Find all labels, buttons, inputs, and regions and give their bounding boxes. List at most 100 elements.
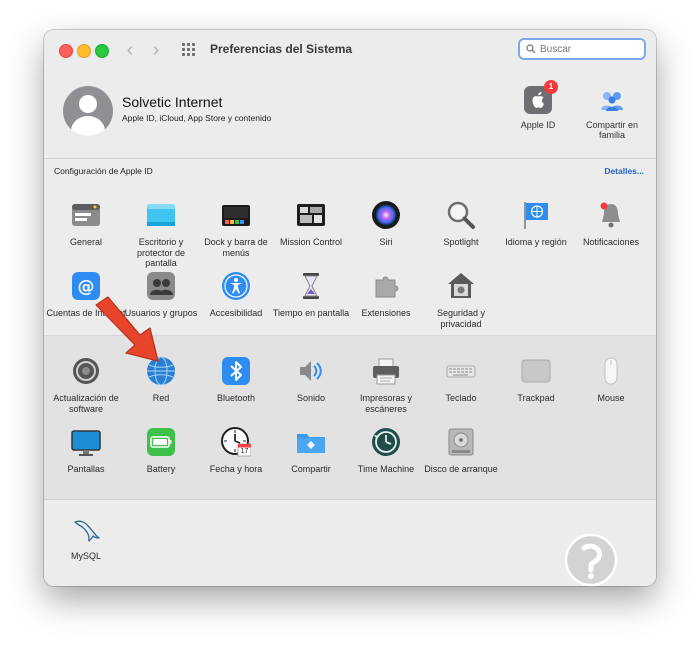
general-icon xyxy=(71,200,101,230)
account-subtitle: Apple ID, iCloud, App Store y contenido xyxy=(122,113,272,123)
pane-label: General xyxy=(69,237,103,247)
minimize-button[interactable] xyxy=(77,44,91,58)
show-all-grid-icon[interactable] xyxy=(182,43,196,57)
pane-sound[interactable]: Sonido xyxy=(271,356,351,404)
pane-label: Accesibilidad xyxy=(209,308,263,318)
pane-extensions[interactable]: Extensiones xyxy=(346,271,426,319)
siri-icon xyxy=(371,200,401,230)
extensions-icon xyxy=(371,271,401,301)
time-machine-icon xyxy=(371,427,401,457)
sound-icon xyxy=(296,356,326,386)
apple-id-config-label: Configuración de Apple ID xyxy=(54,166,153,176)
pane-language-region[interactable]: Idioma y región xyxy=(496,200,576,248)
pane-dock-menubar[interactable]: Dock y barra de menús xyxy=(196,200,276,258)
pane-label: Sonido xyxy=(296,393,326,403)
window-title: Preferencias del Sistema xyxy=(210,42,353,56)
pane-mouse[interactable]: Mouse xyxy=(571,356,651,404)
pane-label: Teclado xyxy=(445,393,477,403)
pane-label: Dock y barra de menús xyxy=(204,237,268,258)
family-sharing-label: Compartir en familia xyxy=(585,120,639,140)
mouse-icon xyxy=(596,356,626,386)
pane-label: Spotlight xyxy=(443,237,479,247)
pane-label: Battery xyxy=(146,464,176,474)
notification-badge: 1 xyxy=(544,80,558,94)
pane-label: Siri xyxy=(379,237,393,247)
zoom-button[interactable] xyxy=(95,44,109,58)
pane-keyboard[interactable]: Teclado xyxy=(421,356,501,404)
pane-accessibility[interactable]: Accesibilidad xyxy=(196,271,276,319)
screen-time-icon xyxy=(296,271,326,301)
apple-id-pane[interactable]: 1 Apple ID xyxy=(506,80,570,130)
pane-trackpad[interactable]: Trackpad xyxy=(496,356,576,404)
printers-icon xyxy=(371,356,401,386)
pane-sharing[interactable]: Compartir xyxy=(271,427,351,475)
pane-date-time[interactable]: 17 Fecha y hora xyxy=(196,427,276,475)
family-sharing-pane[interactable]: Compartir en familia xyxy=(580,86,644,140)
pane-label: Red xyxy=(152,393,170,403)
language-region-icon xyxy=(521,200,551,230)
watermark-logo-icon xyxy=(564,533,618,587)
pane-mission-control[interactable]: Mission Control xyxy=(271,200,351,248)
trackpad-icon xyxy=(521,356,551,386)
pane-startup-disk[interactable]: Disco de arranque xyxy=(421,427,501,475)
pane-label: Fecha y hora xyxy=(209,464,263,474)
pane-label: Impresoras y escáneres xyxy=(359,393,412,414)
pane-label: Mouse xyxy=(597,393,625,403)
pane-label: Mission Control xyxy=(279,237,343,247)
pane-label: Seguridad y privacidad xyxy=(436,308,486,329)
pane-time-machine[interactable]: Time Machine xyxy=(346,427,426,475)
pane-label: Escritorio y protector de pantalla xyxy=(136,237,186,268)
spotlight-icon xyxy=(446,200,476,230)
search-input[interactable] xyxy=(540,42,640,56)
displays-icon xyxy=(71,427,101,457)
pane-battery[interactable]: Battery xyxy=(121,427,201,475)
pane-mysql[interactable]: MySQL xyxy=(46,514,126,562)
desktop-icon xyxy=(146,200,176,230)
search-icon xyxy=(526,44,536,54)
pane-desktop-screensaver[interactable]: Escritorio y protector de pantalla xyxy=(121,200,201,269)
accessibility-icon xyxy=(221,271,251,301)
notifications-icon xyxy=(596,200,626,230)
pane-label: Notificaciones xyxy=(582,237,640,247)
apple-id-label: Apple ID xyxy=(520,120,556,130)
svg-text:@: @ xyxy=(78,277,95,297)
annotation-arrow-icon xyxy=(95,296,159,362)
pane-label: Bluetooth xyxy=(216,393,256,403)
pane-label: Pantallas xyxy=(67,464,105,474)
calendar-day: 17 xyxy=(240,448,249,455)
pane-bluetooth[interactable]: Bluetooth xyxy=(196,356,276,404)
back-button[interactable]: ‹ xyxy=(122,40,138,60)
pane-printers-scanners[interactable]: Impresoras y escáneres xyxy=(346,356,426,414)
pane-label: Tiempo en pantalla xyxy=(272,308,350,318)
date-time-icon: 17 xyxy=(221,427,252,457)
pane-general[interactable]: General xyxy=(46,200,126,248)
forward-button[interactable]: › xyxy=(148,40,164,60)
pane-label: Actualización de software xyxy=(53,393,119,414)
avatar[interactable] xyxy=(63,86,113,136)
close-button[interactable] xyxy=(59,44,73,58)
pane-label: Compartir xyxy=(291,464,331,474)
pane-label: Idioma y región xyxy=(505,237,567,247)
pane-screen-time[interactable]: Tiempo en pantalla xyxy=(271,271,351,319)
pane-label: Trackpad xyxy=(517,393,555,403)
pane-displays[interactable]: Pantallas xyxy=(46,427,126,475)
startup-disk-icon xyxy=(446,427,476,457)
pane-label: Disco de arranque xyxy=(424,464,498,474)
pane-label: MySQL xyxy=(70,551,101,561)
title-bar: ‹ › Preferencias del Sistema xyxy=(44,30,656,71)
pane-label: Time Machine xyxy=(357,464,415,474)
pane-spotlight[interactable]: Spotlight xyxy=(421,200,501,248)
keyboard-icon xyxy=(446,356,476,386)
pane-security-privacy[interactable]: Seguridad y privacidad xyxy=(421,271,501,329)
mission-control-icon xyxy=(296,200,326,230)
pane-label: Extensiones xyxy=(361,308,411,318)
details-link[interactable]: Detalles... xyxy=(604,166,644,176)
security-privacy-icon xyxy=(446,271,476,301)
pane-notifications[interactable]: Notificaciones xyxy=(571,200,651,248)
account-name: Solvetic Internet xyxy=(122,94,223,110)
bluetooth-icon xyxy=(221,356,251,386)
battery-icon xyxy=(146,427,176,457)
search-field[interactable] xyxy=(518,38,646,60)
pane-siri[interactable]: Siri xyxy=(346,200,426,248)
mysql-icon xyxy=(71,514,101,544)
